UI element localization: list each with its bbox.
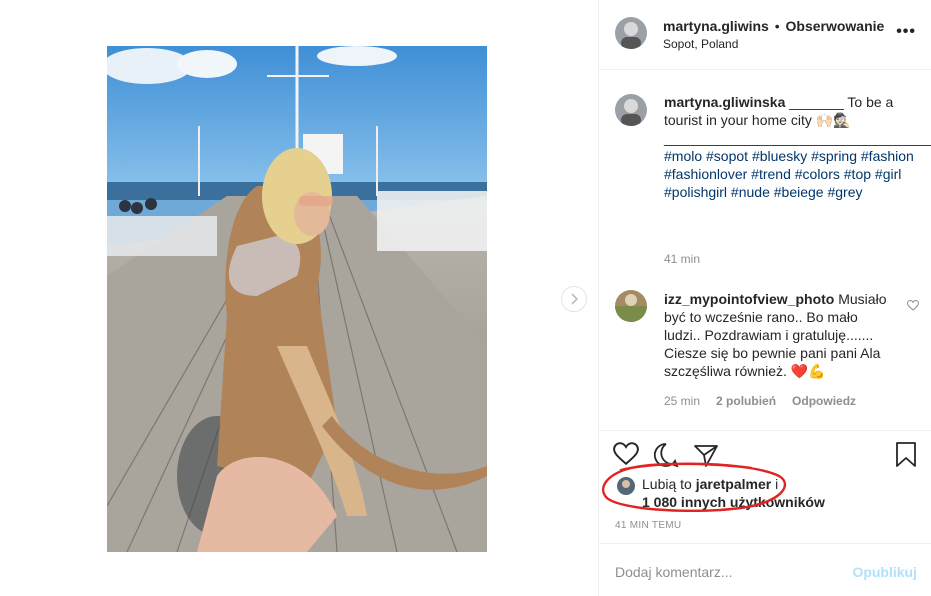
chevron-right-icon xyxy=(571,293,579,305)
more-options-icon[interactable]: ••• xyxy=(896,23,916,41)
share-icon[interactable] xyxy=(693,442,719,471)
post-header: martyna.gliwins • Obserwowanie Sopot, Po… xyxy=(599,0,931,70)
heart-icon[interactable] xyxy=(613,442,639,469)
pier-photo-illustration xyxy=(107,46,487,552)
comment-item: izz_mypointofview_photo Musiało być to w… xyxy=(664,290,894,380)
author-username[interactable]: martyna.gliwins xyxy=(663,18,769,34)
post-timestamp: 41 MIN TEMU xyxy=(615,520,682,531)
comment-input[interactable] xyxy=(615,564,835,580)
post-caption: martyna.gliwinska _______ To be a touris… xyxy=(664,93,931,201)
reply-button[interactable]: Odpowiedz xyxy=(792,394,856,408)
likes-summary: Lubią to jaretpalmer i xyxy=(642,476,778,492)
likes-conjunction: i xyxy=(775,476,779,492)
comment-heart-icon[interactable] xyxy=(906,298,920,314)
caption-time: 41 min xyxy=(664,252,701,266)
section-divider xyxy=(599,430,931,431)
liker-username[interactable]: jaretpalmer xyxy=(696,476,771,492)
liker-avatar[interactable] xyxy=(617,477,635,495)
author-avatar[interactable] xyxy=(615,17,647,49)
caption-hashtags[interactable]: #molo #sopot #bluesky #spring #fashion #… xyxy=(664,147,919,201)
likes-count-link[interactable]: 1 080 innych użytkowników xyxy=(642,494,825,510)
comment-likes-count[interactable]: 2 polubień xyxy=(716,394,776,408)
comment-icon[interactable] xyxy=(653,442,679,471)
publish-button[interactable]: Opublikuj xyxy=(852,564,917,580)
likes-prefix: Lubią to xyxy=(642,476,692,492)
caption-author-avatar[interactable] xyxy=(615,94,647,126)
comment-username[interactable]: izz_mypointofview_photo xyxy=(664,291,834,307)
bookmark-icon[interactable] xyxy=(895,442,917,471)
header-user-line: martyna.gliwins • Obserwowanie xyxy=(663,18,884,34)
media-pane xyxy=(0,0,598,596)
comment-meta: 25 min 2 polubień Odpowiedz xyxy=(664,394,856,408)
commenter-avatar[interactable] xyxy=(615,290,647,322)
location-link[interactable]: Sopot, Poland xyxy=(663,37,738,51)
follow-status-button[interactable]: Obserwowanie xyxy=(786,18,885,34)
next-image-button[interactable] xyxy=(561,286,587,312)
separator-dot: • xyxy=(774,18,780,34)
post-action-bar xyxy=(613,442,919,468)
caption-username[interactable]: martyna.gliwinska xyxy=(664,94,785,110)
post-photo[interactable] xyxy=(107,46,487,552)
post-sidebar: martyna.gliwins • Obserwowanie Sopot, Po… xyxy=(598,0,931,596)
comment-time: 25 min xyxy=(664,394,701,408)
section-divider xyxy=(599,543,931,544)
